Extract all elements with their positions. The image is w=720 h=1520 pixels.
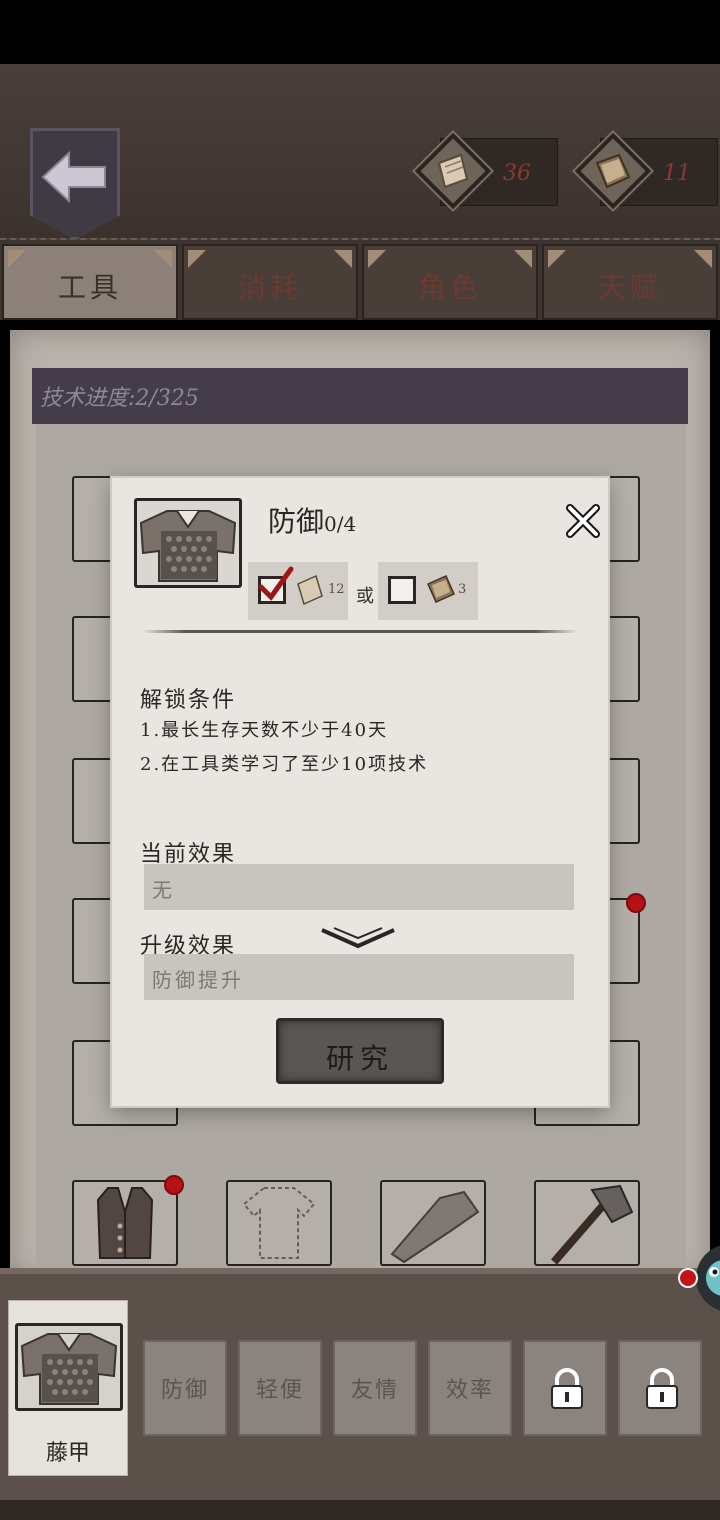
upgrade-option-defense[interactable]: 防御	[143, 1340, 227, 1436]
top-bar: 36 11	[0, 64, 720, 240]
paper-count: 36	[503, 161, 531, 186]
selected-item-frame	[15, 1323, 123, 1411]
locked-option[interactable]	[523, 1340, 607, 1436]
notification-dot	[678, 1268, 698, 1288]
tab-character[interactable]: 角色	[362, 244, 538, 320]
lock-icon	[646, 1368, 678, 1409]
cost-count: 12	[328, 582, 345, 597]
condition-item: 1.最长生存天数不少于40天	[140, 720, 389, 741]
tab-label: 工具	[57, 271, 122, 304]
upgrade-option-light[interactable]: 轻便	[238, 1340, 322, 1436]
current-effect-value: 无	[152, 878, 175, 902]
research-button[interactable]: 研究	[276, 1018, 444, 1084]
upgrade-option-friendship[interactable]: 友情	[333, 1340, 417, 1436]
tech-title: 防御0/4	[268, 500, 356, 540]
upgrade-option-efficiency[interactable]: 效率	[428, 1340, 512, 1436]
book-resource: 11	[574, 132, 718, 210]
tech-level: 0/4	[324, 512, 357, 536]
upgrade-effect-value: 防御提升	[152, 968, 244, 992]
paper-icon	[437, 153, 469, 189]
checkbox[interactable]	[388, 576, 416, 604]
cost-count: 3	[458, 582, 467, 597]
divider	[142, 630, 578, 633]
helper-mascot[interactable]	[678, 1236, 720, 1326]
tab-label: 消耗	[237, 271, 302, 304]
tab-label: 天赋	[597, 271, 662, 304]
tab-consumables[interactable]: 消耗	[182, 244, 358, 320]
book-icon	[595, 153, 631, 189]
paper-resource-badge	[414, 132, 492, 210]
rattan-armor-icon	[20, 1333, 118, 1405]
status-bar	[0, 0, 720, 64]
close-icon	[566, 504, 600, 538]
close-button[interactable]	[562, 500, 604, 542]
checkbox[interactable]	[258, 566, 294, 604]
option-label: 友情	[350, 1378, 399, 1403]
tab-talent[interactable]: 天赋	[542, 244, 718, 320]
selected-item-card[interactable]: 藤甲	[8, 1300, 128, 1476]
option-label: 效率	[445, 1378, 494, 1403]
book-icon	[427, 575, 455, 603]
chevron-down-icon[interactable]	[318, 924, 398, 952]
lock-icon	[551, 1368, 583, 1409]
condition-item: 2.在工具类学习了至少10项技术	[140, 754, 429, 775]
tab-label: 角色	[417, 271, 482, 304]
unlock-conditions-title: 解锁条件	[140, 688, 237, 713]
current-effect-box: 无	[144, 864, 574, 910]
tab-tools[interactable]: 工具	[2, 244, 178, 320]
option-label: 轻便	[255, 1378, 304, 1403]
selected-item-name: 藤甲	[45, 1441, 90, 1466]
checkmark-icon	[258, 566, 294, 601]
paper-icon	[297, 574, 323, 606]
armor-item-frame	[134, 498, 242, 588]
upgrade-effect-box: 防御提升	[144, 954, 574, 1000]
rattan-armor-icon	[139, 510, 237, 582]
or-label: 或	[356, 586, 374, 607]
book-count: 11	[663, 161, 691, 186]
back-button[interactable]	[30, 128, 120, 240]
research-button-label: 研究	[325, 1042, 394, 1075]
book-resource-badge	[574, 132, 652, 210]
cost-option-book[interactable]: 3	[378, 562, 478, 620]
tech-name: 防御	[268, 505, 325, 538]
paper-resource: 36	[414, 132, 558, 210]
option-label: 防御	[160, 1378, 209, 1403]
tech-detail-modal: 防御0/4 12 或 3 解锁条件 1.最长生存天数不少于40天 2.在工具类学…	[112, 478, 608, 1106]
locked-option[interactable]	[618, 1340, 702, 1436]
cost-option-paper[interactable]: 12	[248, 562, 348, 620]
category-tabs: 工具 消耗 角色 天赋	[0, 240, 720, 320]
back-arrow-icon	[41, 150, 106, 204]
